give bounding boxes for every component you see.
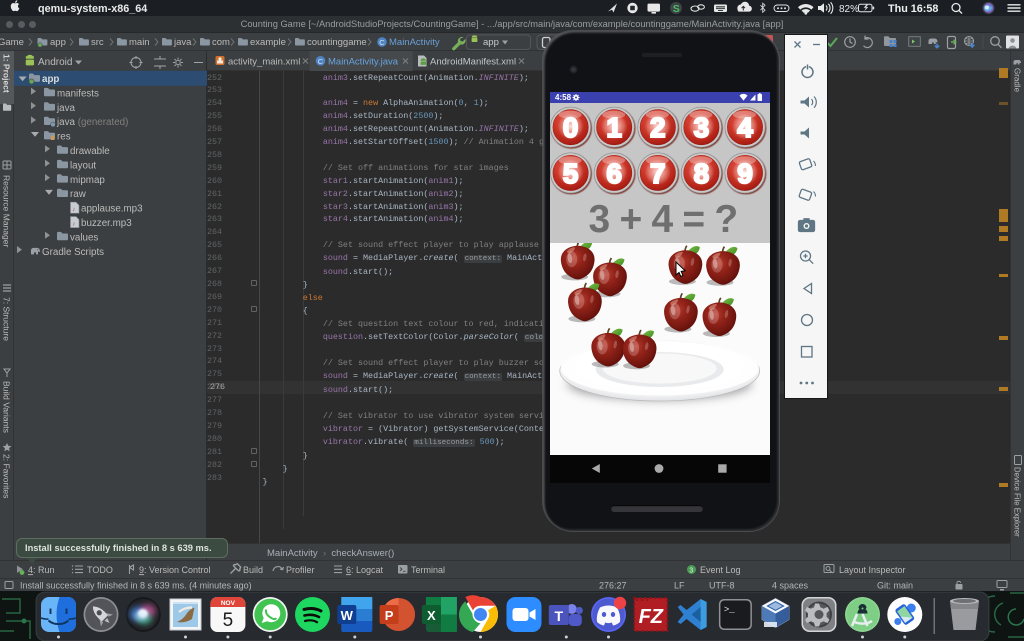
svg-text:Event Log: Event Log	[700, 565, 741, 575]
svg-text:java (generated): java (generated)	[56, 117, 128, 128]
svg-text:2: 2	[650, 112, 666, 143]
svg-text:8: 8	[694, 157, 710, 188]
svg-text:MainActivity: MainActivity	[389, 37, 440, 48]
svg-text:Game: Game	[0, 37, 24, 48]
svg-text:3: 3	[689, 568, 693, 575]
svg-text:6: 6	[606, 157, 622, 188]
svg-text:82%: 82%	[839, 4, 859, 15]
svg-text:drawable: drawable	[70, 146, 110, 157]
svg-text:res: res	[57, 132, 71, 143]
svg-text:java: java	[56, 103, 76, 114]
svg-text:Layout Inspector: Layout Inspector	[839, 565, 906, 575]
svg-text:app: app	[50, 37, 66, 48]
svg-text:src: src	[91, 37, 104, 48]
svg-text:9: 9	[737, 157, 753, 188]
svg-text:Install successfully finished: Install successfully finished in 8 s 639…	[20, 581, 252, 591]
svg-text:qemu-system-x86_64: qemu-system-x86_64	[38, 3, 147, 15]
svg-text:UTF-8: UTF-8	[709, 581, 735, 591]
svg-text:Git: main: Git: main	[877, 581, 913, 591]
svg-text:S: S	[673, 3, 680, 15]
svg-text:4: 4	[737, 112, 753, 143]
svg-text:buzzer.mp3: buzzer.mp3	[81, 218, 132, 229]
svg-text:C: C	[318, 57, 324, 66]
svg-text:app: app	[42, 74, 59, 85]
svg-text:T: T	[555, 608, 564, 624]
svg-text:Resource Manager: Resource Manager	[2, 175, 12, 247]
svg-text:Build: Build	[243, 565, 263, 575]
svg-text:: Logcat: : Logcat	[351, 565, 384, 575]
svg-text:manifests: manifests	[57, 88, 99, 99]
svg-text:NOV: NOV	[221, 600, 236, 607]
svg-text:5: 5	[223, 610, 234, 631]
svg-text:7: Structure: 7: Structure	[2, 297, 12, 341]
svg-text:raw: raw	[70, 189, 87, 200]
svg-text:layout: layout	[70, 160, 96, 171]
svg-text:Device File Explorer: Device File Explorer	[1013, 467, 1022, 537]
svg-text:LF: LF	[674, 581, 685, 591]
svg-text:: Run: : Run	[33, 565, 55, 575]
svg-text:AndroidManifest.xml: AndroidManifest.xml	[430, 57, 516, 68]
svg-text:Profiler: Profiler	[286, 565, 315, 575]
svg-text:Build Variants: Build Variants	[2, 381, 12, 433]
svg-text:Gradle Scripts: Gradle Scripts	[42, 247, 104, 258]
svg-text:example: example	[250, 37, 286, 48]
svg-text:mipmap: mipmap	[70, 175, 105, 186]
svg-text:Android: Android	[38, 57, 72, 68]
svg-text:5: 5	[563, 157, 579, 188]
svg-text:>_: >_	[724, 605, 735, 615]
svg-text:java: java	[173, 37, 192, 48]
svg-text:: Version Control: : Version Control	[144, 565, 211, 575]
svg-text:276:27: 276:27	[599, 581, 627, 591]
svg-text:app: app	[483, 37, 499, 48]
svg-text:0: 0	[563, 112, 579, 143]
svg-text:values: values	[70, 232, 98, 243]
svg-text:2: Favorites: 2: Favorites	[2, 454, 12, 498]
svg-text:W: W	[341, 608, 354, 623]
svg-text:activity_main.xml: activity_main.xml	[228, 57, 300, 68]
svg-text:Thu 16:58: Thu 16:58	[888, 3, 938, 15]
svg-text:MainActivity.java: MainActivity.java	[328, 57, 399, 68]
svg-text:com: com	[212, 37, 230, 48]
svg-text:countinggame: countinggame	[307, 37, 367, 48]
svg-text:1: Project: 1: Project	[2, 54, 12, 93]
svg-text:Gradle: Gradle	[1013, 68, 1022, 93]
svg-text:TODO: TODO	[87, 565, 113, 575]
svg-text:X: X	[427, 608, 436, 623]
svg-text:Terminal: Terminal	[411, 565, 445, 575]
svg-text:1: 1	[606, 112, 622, 143]
svg-text:applause.mp3: applause.mp3	[81, 204, 143, 215]
svg-text:FZ: FZ	[639, 606, 664, 628]
svg-text:C: C	[379, 38, 385, 47]
svg-text:main: main	[129, 37, 150, 48]
svg-text:P: P	[385, 608, 394, 623]
svg-text:7: 7	[650, 157, 666, 188]
svg-text:3: 3	[694, 112, 710, 143]
svg-text:4 spaces: 4 spaces	[772, 581, 809, 591]
